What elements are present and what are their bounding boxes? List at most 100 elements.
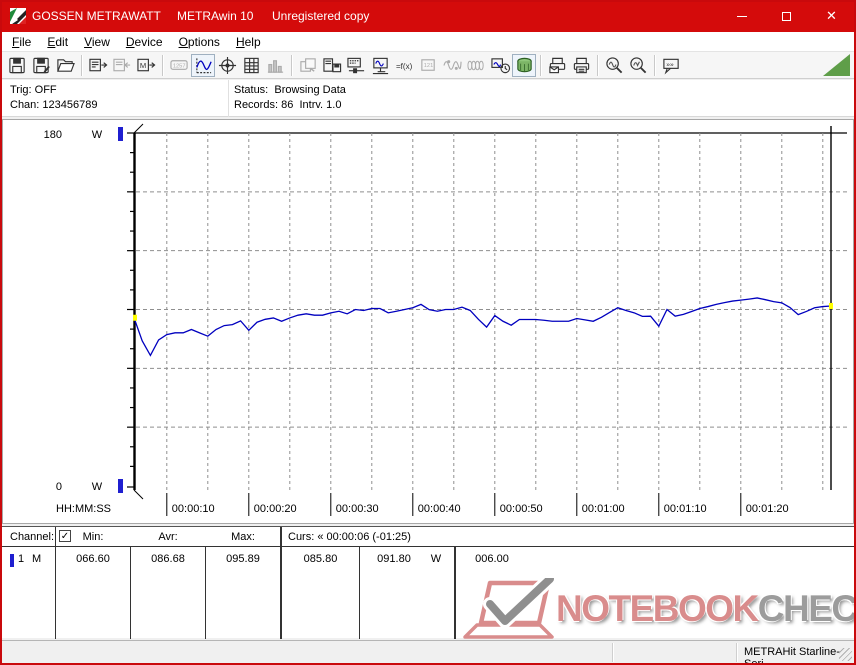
print-icon[interactable] xyxy=(569,54,593,77)
channel-mode: M xyxy=(32,553,41,565)
device-settings-icon[interactable] xyxy=(344,54,368,77)
cursor-header: Curs: « 00:00:06 (-01:25) xyxy=(288,531,411,543)
menu-view[interactable]: View xyxy=(76,33,118,51)
zoom-time-icon[interactable] xyxy=(602,54,626,77)
delta-value: 006.00 xyxy=(457,553,527,565)
device-write-icon xyxy=(110,54,134,77)
formula-icon[interactable]: =f(x) xyxy=(392,54,416,77)
numeric-display-icon: 1257 xyxy=(167,54,191,77)
x-tick-label: 00:00:10 xyxy=(172,503,215,515)
title-vendor: GOSSEN METRAWATT xyxy=(32,9,161,23)
cursor-1-flag-bottom xyxy=(134,490,143,499)
channel-marker-top xyxy=(118,127,123,141)
table-divider xyxy=(55,527,56,639)
open-file-icon[interactable] xyxy=(53,54,77,77)
menu-options[interactable]: Options xyxy=(171,33,228,51)
x-tick-label: 00:01:00 xyxy=(582,503,625,515)
toolbar-separator xyxy=(654,55,655,76)
close-button[interactable]: ✕ xyxy=(809,0,854,32)
info-panel: Trig: OFF Chan: 123456789 Status: Browsi… xyxy=(2,80,854,117)
toolbar-separator xyxy=(162,55,163,76)
menu-device[interactable]: Device xyxy=(118,33,171,51)
graph-view-icon[interactable] xyxy=(191,54,215,77)
waveform-icon xyxy=(440,54,464,77)
cursor-1-flag-top xyxy=(134,124,143,133)
envelope-icon xyxy=(464,54,488,77)
x-tick-label: 00:01:10 xyxy=(664,503,707,515)
cursor2-value: 091.80 xyxy=(362,553,426,565)
minimize-icon xyxy=(737,16,747,17)
y-axis-max-label: 180 xyxy=(44,129,62,141)
app-logo-icon xyxy=(10,8,26,24)
online-monitor-icon[interactable] xyxy=(368,54,392,77)
table-view-icon[interactable] xyxy=(239,54,263,77)
resize-grip[interactable] xyxy=(839,648,852,661)
toolbar-separator xyxy=(540,55,541,76)
y-axis-min-label: 0 xyxy=(56,481,62,493)
chan-label: Chan: xyxy=(10,99,39,111)
records-value: 86 xyxy=(281,99,293,111)
device-memory-icon[interactable]: M xyxy=(134,54,158,77)
menu-edit[interactable]: Edit xyxy=(39,33,76,51)
histogram-view-icon xyxy=(263,54,287,77)
measurement-table: Channel: ✓ Min: Avr: Max: Curs: « 00:00:… xyxy=(2,526,854,638)
svg-text:121: 121 xyxy=(423,62,433,68)
toolbar-separator xyxy=(291,55,292,76)
status-value: Browsing Data xyxy=(274,84,346,96)
x-axis-format-label: HH:MM:SS xyxy=(56,503,111,515)
toolbar: M 1257 =f(x) 121 »» xyxy=(0,52,856,79)
minimize-button[interactable] xyxy=(719,0,764,32)
record-timer-icon[interactable] xyxy=(488,54,512,77)
svg-text:»»: »» xyxy=(666,61,674,68)
chart-plot[interactable]: 00:00:1000:00:2000:00:3000:00:4000:00:50… xyxy=(0,119,856,524)
device-read-icon[interactable] xyxy=(86,54,110,77)
status-label: Status: xyxy=(234,84,268,96)
save-as-icon[interactable] xyxy=(29,54,53,77)
cursor-view-icon[interactable] xyxy=(215,54,239,77)
print-report-icon[interactable] xyxy=(545,54,569,77)
menu-help[interactable]: Help xyxy=(228,33,269,51)
menu-bar: File Edit View Device Options Help xyxy=(0,32,856,52)
statusbar-divider xyxy=(736,643,737,662)
copy-icon xyxy=(296,54,320,77)
x-tick-label: 00:00:30 xyxy=(336,503,379,515)
title-license: Unregistered copy xyxy=(272,9,369,23)
cursor1-value: 085.80 xyxy=(284,553,357,565)
menu-file[interactable]: File xyxy=(4,33,39,51)
comment-icon[interactable]: »» xyxy=(659,54,683,77)
info-panel-divider xyxy=(228,80,229,117)
svg-text:M: M xyxy=(139,60,145,69)
channel-marker-bottom xyxy=(118,479,123,493)
status-bar: METRAHit Starline-Seri xyxy=(2,640,854,663)
svg-text:=f(x): =f(x) xyxy=(395,61,412,70)
table-divider xyxy=(130,546,131,639)
toolbar-separator xyxy=(81,55,82,76)
cursor2-unit: W xyxy=(426,553,446,565)
table-divider xyxy=(205,546,206,639)
toolbar-separator xyxy=(597,55,598,76)
svg-text:1257: 1257 xyxy=(172,63,185,69)
channel-1-color-marker xyxy=(10,554,14,567)
close-icon: ✕ xyxy=(826,8,837,24)
trig-value: OFF xyxy=(35,84,57,96)
maximize-button[interactable] xyxy=(764,0,809,32)
data-logger-icon[interactable] xyxy=(512,54,536,77)
maximize-icon xyxy=(782,12,791,21)
chan-value: 123456789 xyxy=(42,99,97,111)
trig-label: Trig: xyxy=(10,84,32,96)
table-divider xyxy=(454,546,456,639)
zoom-amplitude-icon[interactable] xyxy=(626,54,650,77)
x-tick-label: 00:00:20 xyxy=(254,503,297,515)
save-icon[interactable] xyxy=(5,54,29,77)
save-to-device-icon[interactable] xyxy=(320,54,344,77)
table-divider xyxy=(280,527,282,639)
title-bar: GOSSEN METRAWATT METRAwin 10 Unregistere… xyxy=(0,0,856,32)
x-tick-label: 00:01:20 xyxy=(746,503,789,515)
title-app: METRAwin 10 xyxy=(177,9,253,23)
power-trace xyxy=(134,298,831,355)
records-label: Records: xyxy=(234,99,278,111)
max-value: 095.89 xyxy=(208,553,278,565)
device-panel-icon: 121 xyxy=(416,54,440,77)
avr-value: 086.68 xyxy=(133,553,203,565)
intrv-value: 1.0 xyxy=(326,99,341,111)
